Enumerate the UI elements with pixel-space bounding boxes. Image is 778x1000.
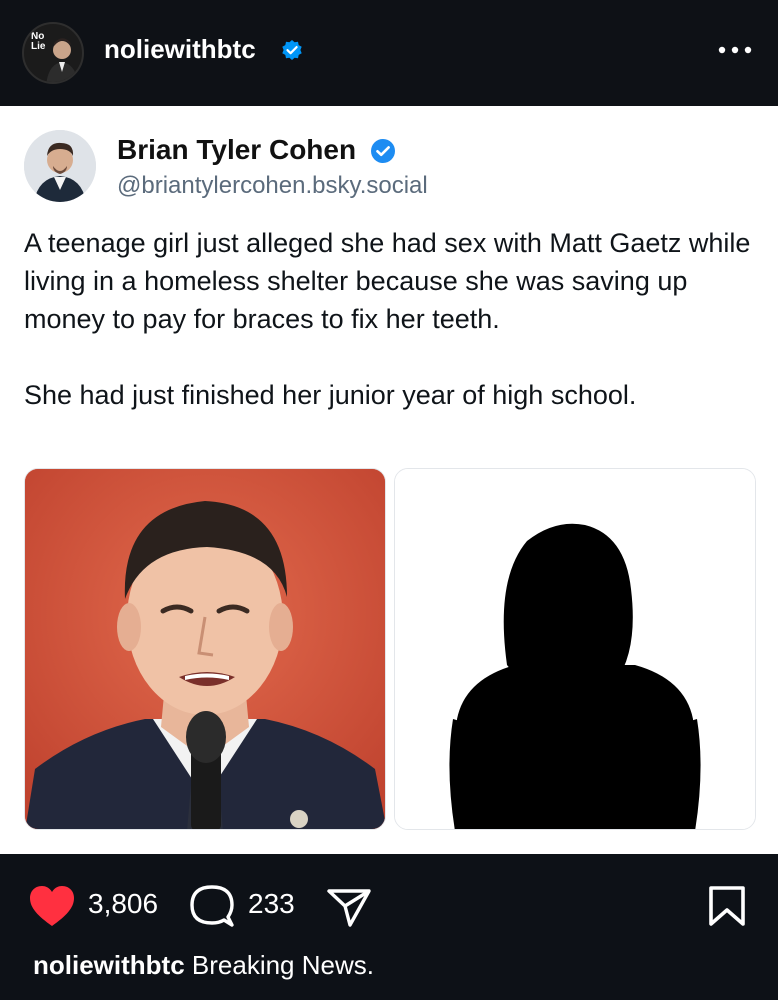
like-count[interactable]: 3,806 xyxy=(88,888,158,920)
silhouette-photo[interactable] xyxy=(394,468,756,830)
heart-icon[interactable] xyxy=(28,884,76,928)
comment-icon[interactable] xyxy=(190,883,234,929)
comment-count[interactable]: 233 xyxy=(248,888,295,920)
author-handle[interactable]: @briantylercohen.bsky.social xyxy=(117,172,428,200)
post-paragraph: She had just finished her junior year of… xyxy=(24,380,637,410)
caption-username[interactable]: noliewithbtc xyxy=(33,950,185,980)
post-actions: 3,806 233 noliewithbtc Breaking News. xyxy=(0,854,778,1000)
embedded-post-card: Brian Tyler Cohen @briantylercohen.bsky.… xyxy=(0,106,778,854)
account-avatar[interactable]: No Lie xyxy=(22,22,84,84)
post-caption: noliewithbtc Breaking News. xyxy=(33,950,374,981)
author-name[interactable]: Brian Tyler Cohen xyxy=(117,134,356,166)
bluesky-verified-icon xyxy=(371,139,395,163)
verified-badge-icon xyxy=(282,40,302,60)
author-avatar-graphic xyxy=(24,130,96,202)
more-options-icon[interactable] xyxy=(717,40,753,60)
post-paragraph: A teenage girl just alleged she had sex … xyxy=(24,228,751,334)
silhouette-photo-graphic xyxy=(395,469,755,829)
account-username[interactable]: noliewithbtc xyxy=(104,34,256,65)
speaker-photo[interactable] xyxy=(24,468,386,830)
caption-text: Breaking News. xyxy=(184,950,374,980)
speaker-photo-graphic xyxy=(25,469,385,829)
share-icon[interactable] xyxy=(326,887,372,929)
bookmark-icon[interactable] xyxy=(708,885,746,927)
post-header: No Lie noliewithbtc xyxy=(0,0,778,106)
avatar-person-graphic xyxy=(46,38,79,82)
post-body: A teenage girl just alleged she had sex … xyxy=(24,224,754,414)
author-avatar[interactable] xyxy=(24,130,96,202)
